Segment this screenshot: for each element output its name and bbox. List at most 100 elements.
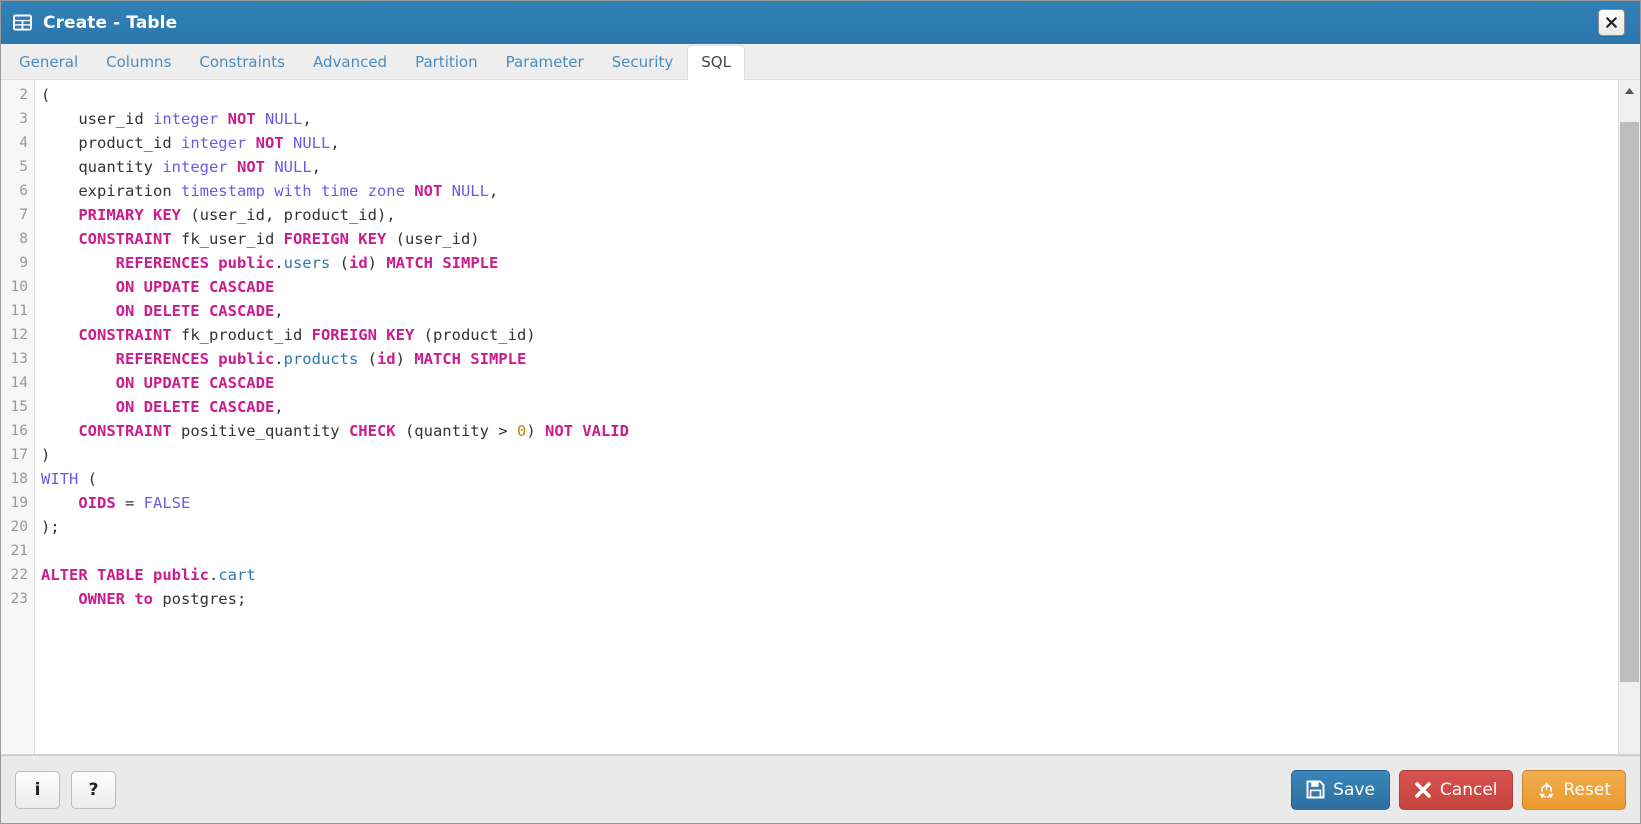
code-line[interactable]: ON DELETE CASCADE, — [41, 299, 1618, 323]
code-token-kw: NOT VALID — [544, 422, 629, 440]
code-token-id — [41, 590, 78, 608]
code-token-kw2: NULL — [293, 134, 331, 152]
code-line[interactable]: REFERENCES public.users (id) MATCH SIMPL… — [41, 251, 1618, 275]
code-token-id: product_id — [41, 134, 181, 152]
code-token-kw2: NULL — [265, 110, 303, 128]
help-button[interactable]: ? — [71, 770, 116, 809]
code-token-id: fk_user_id — [171, 230, 284, 248]
code-line[interactable]: ); — [41, 515, 1618, 539]
code-token-id — [41, 374, 116, 392]
code-token-kw: ON DELETE CASCADE — [115, 398, 275, 416]
line-number: 13 — [10, 351, 28, 367]
code-token-p: , — [311, 158, 322, 176]
code-line[interactable] — [41, 539, 1618, 563]
line-number: 16 — [10, 423, 28, 439]
code-line[interactable]: CONSTRAINT positive_quantity CHECK (quan… — [41, 419, 1618, 443]
code-line[interactable]: ON UPDATE CASCADE — [41, 371, 1618, 395]
line-number: 10 — [10, 279, 28, 295]
code-token-id — [442, 182, 451, 200]
tab-security[interactable]: Security — [598, 45, 688, 80]
code-line[interactable]: user_id integer NOT NULL, — [41, 107, 1618, 131]
cancel-button[interactable]: Cancel — [1398, 769, 1513, 810]
code-token-id: ( — [330, 254, 349, 272]
line-number: 14 — [10, 375, 28, 391]
reset-button[interactable]: Reset — [1521, 769, 1626, 810]
code-line[interactable]: ON UPDATE CASCADE — [41, 275, 1618, 299]
code-line[interactable]: product_id integer NOT NULL, — [41, 131, 1618, 155]
code-line[interactable]: WITH ( — [41, 467, 1618, 491]
dialog-footer: i ? Save Cancel Reset — [1, 755, 1640, 823]
code-token-id — [41, 302, 116, 320]
code-token-id — [218, 110, 227, 128]
tab-label: Partition — [415, 53, 478, 71]
scroll-up-button[interactable] — [1619, 80, 1640, 102]
code-token-kw: CONSTRAINT — [78, 326, 172, 344]
sql-code-content[interactable]: ( user_id integer NOT NULL, product_id i… — [35, 80, 1618, 754]
code-line[interactable]: ALTER TABLE public.cart — [41, 563, 1618, 587]
code-token-kw2: NULL — [451, 182, 489, 200]
code-line[interactable]: ON DELETE CASCADE, — [41, 395, 1618, 419]
tab-general[interactable]: General — [5, 45, 92, 80]
code-token-id — [41, 206, 78, 224]
tab-label: SQL — [701, 53, 731, 71]
code-token-tbl: cart — [218, 566, 256, 584]
close-button[interactable] — [1598, 9, 1625, 36]
code-token-kw: CHECK — [348, 422, 396, 440]
line-number: 19 — [10, 495, 28, 511]
code-token-id: ( — [78, 470, 97, 488]
info-button[interactable]: i — [15, 770, 60, 809]
tab-parameter[interactable]: Parameter — [492, 45, 598, 80]
tab-label: Parameter — [505, 53, 584, 71]
code-line[interactable]: ( — [41, 83, 1618, 107]
code-line[interactable]: OIDS = FALSE — [41, 491, 1618, 515]
code-token-id — [265, 158, 274, 176]
code-line[interactable]: ) — [41, 443, 1618, 467]
code-token-p: , — [488, 182, 499, 200]
tab-columns[interactable]: Columns — [92, 45, 185, 80]
code-line[interactable]: quantity integer NOT NULL, — [41, 155, 1618, 179]
code-line[interactable]: REFERENCES public.products (id) MATCH SI… — [41, 347, 1618, 371]
tab-constraints[interactable]: Constraints — [185, 45, 299, 80]
code-line[interactable]: PRIMARY KEY (user_id, product_id), — [41, 203, 1618, 227]
code-token-p: , — [274, 398, 284, 416]
code-token-kw: NOT — [414, 182, 443, 200]
scrollbar-thumb[interactable] — [1620, 122, 1639, 682]
line-number: 9 — [19, 255, 28, 271]
tab-label: Columns — [106, 53, 172, 71]
code-token-kw2: integer — [180, 134, 247, 152]
code-line[interactable]: OWNER to postgres; — [41, 587, 1618, 611]
code-token-id — [41, 398, 116, 416]
code-line[interactable]: CONSTRAINT fk_product_id FOREIGN KEY (pr… — [41, 323, 1618, 347]
tab-label: Security — [611, 53, 674, 71]
save-button[interactable]: Save — [1291, 769, 1390, 810]
line-number: 11 — [10, 303, 28, 319]
code-token-p: , — [330, 134, 340, 152]
tab-label: Constraints — [199, 53, 285, 71]
code-token-num: 0 — [516, 422, 527, 440]
code-token-tbl: products — [283, 350, 359, 368]
tab-sql[interactable]: SQL — [687, 45, 745, 81]
code-token-id — [41, 230, 78, 248]
code-token-id — [246, 134, 255, 152]
dialog-titlebar: Create - Table — [1, 1, 1640, 44]
scrollbar-track[interactable] — [1619, 102, 1640, 754]
code-token-kw: MATCH SIMPLE — [386, 254, 499, 272]
code-token-kw2: integer — [162, 158, 228, 176]
editor-vertical-scrollbar[interactable] — [1618, 80, 1640, 754]
code-line[interactable]: expiration timestamp with time zone NOT … — [41, 179, 1618, 203]
code-token-id — [41, 326, 78, 344]
code-token-id: ) — [395, 350, 415, 368]
recycle-reset-icon — [1538, 782, 1554, 799]
code-token-id: fk_product_id — [171, 326, 312, 344]
code-line[interactable]: CONSTRAINT fk_user_id FOREIGN KEY (user_… — [41, 227, 1618, 251]
dialog-title: Create - Table — [43, 12, 178, 33]
line-number: 22 — [10, 567, 28, 583]
tab-advanced[interactable]: Advanced — [299, 45, 401, 80]
tab-partition[interactable]: Partition — [401, 45, 492, 80]
tab-label: Advanced — [312, 53, 388, 71]
code-token-kw2: WITH — [41, 470, 79, 488]
info-button-label: i — [34, 779, 41, 800]
code-token-kw: NOT — [237, 158, 265, 176]
line-number-gutter: 2 3 4 5 6 7 8 9 10 11 12 13 14 15 16 17 18 19 20 21 22 23 — [1, 80, 35, 754]
code-token-p: . — [274, 254, 284, 272]
